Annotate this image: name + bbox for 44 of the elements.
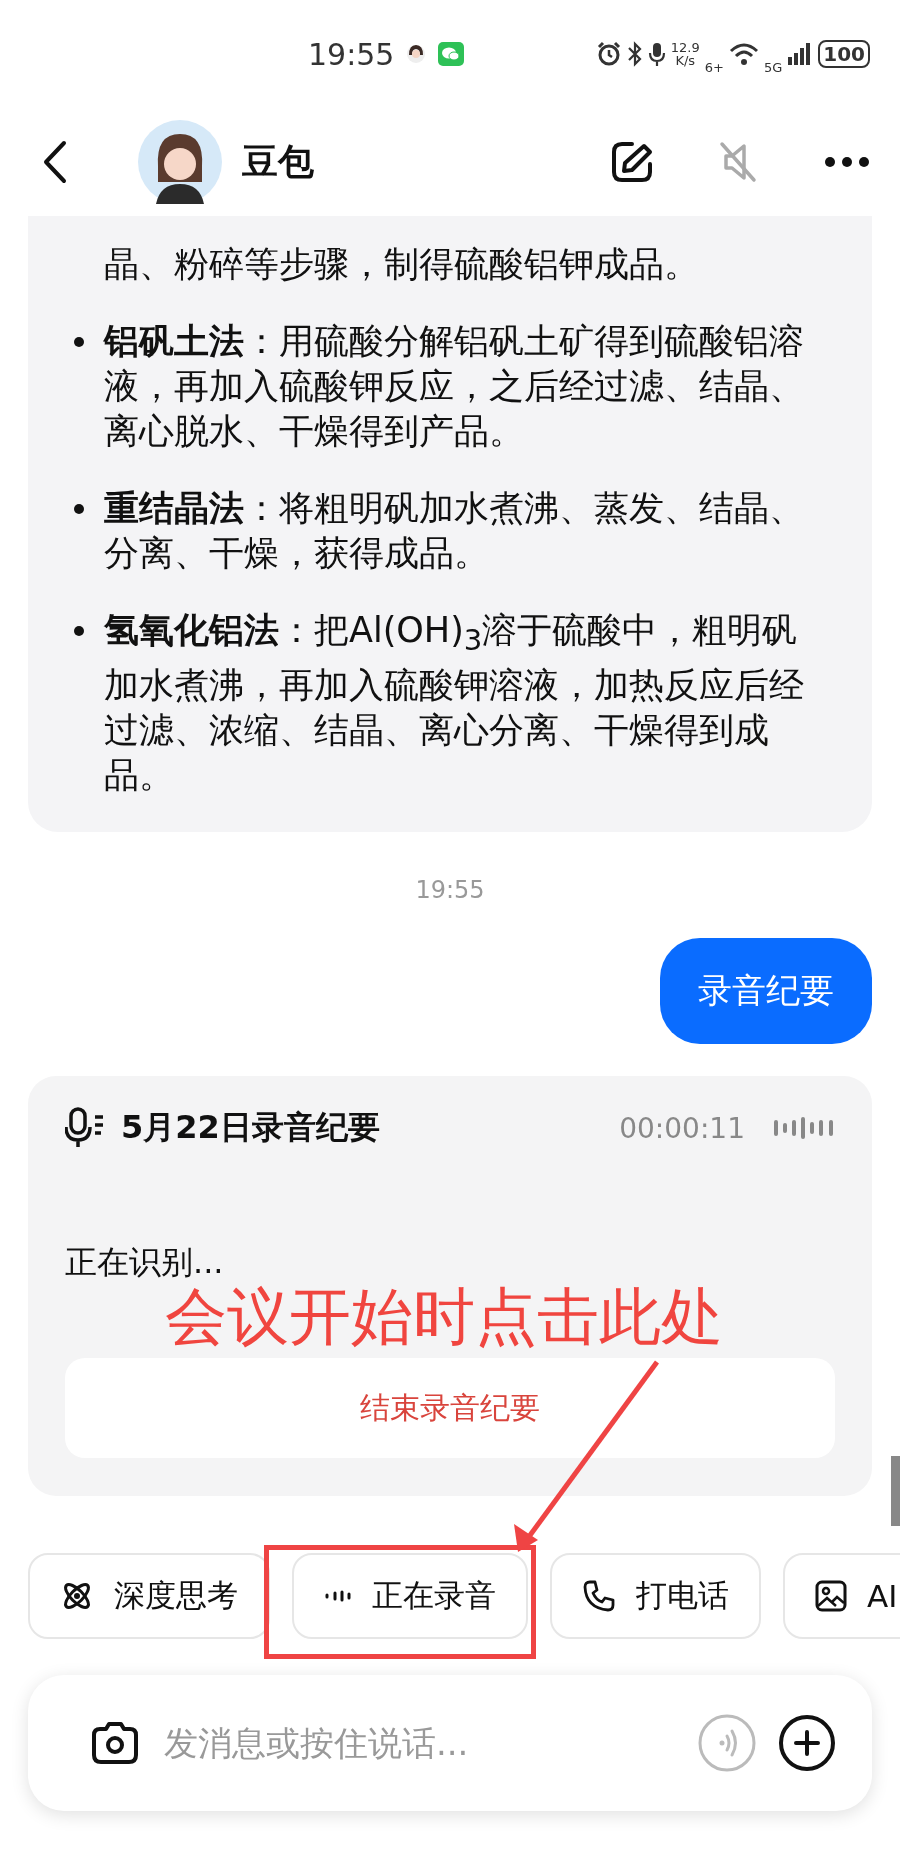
chat-app-icon	[438, 42, 465, 66]
recording-title: 5月22日录音纪要	[121, 1107, 380, 1148]
message-input[interactable]: 发消息或按住说话...	[162, 1722, 676, 1764]
bullet-icon	[74, 504, 84, 514]
end-recording-button[interactable]: 结束录音纪要	[65, 1358, 835, 1458]
feature-chip[interactable]: 正在录音	[292, 1553, 528, 1639]
recording-duration: 00:00:11	[619, 1111, 745, 1145]
bluetooth-icon	[626, 41, 643, 67]
edit-icon[interactable]	[610, 140, 654, 184]
alarm-icon	[595, 41, 622, 67]
feature-chip[interactable]: 深度思考	[28, 1553, 270, 1639]
bullet-icon	[74, 626, 84, 636]
back-icon[interactable]	[42, 140, 68, 184]
add-icon[interactable]	[778, 1714, 836, 1772]
avatar-icon	[406, 43, 427, 65]
wifi-icon	[728, 42, 759, 66]
message-paragraph: 氢氧化铝法：把Al(OH)$_{3}$溶于硫酸中，粗明矾加水煮沸，再加入硫酸钾溶液，加热反应后经过滤、浓缩、结晶、离心分离、干燥得到成品。	[104, 610, 804, 795]
camera-icon[interactable]	[90, 1721, 140, 1765]
avatar[interactable]	[138, 120, 222, 204]
scrollbar	[891, 1456, 900, 1526]
chat-title: 豆包	[242, 139, 314, 184]
phone-icon	[582, 1579, 616, 1613]
network-speed: 12.9	[670, 41, 700, 54]
user-message-bubble: 录音纪要	[660, 938, 872, 1044]
battery-indicator: 100	[818, 40, 870, 68]
speed-unit: K/s	[675, 54, 696, 67]
timestamp: 19:55	[415, 876, 485, 904]
message-paragraph: 铝矾土法：用硫酸分解铝矾土矿得到硫酸铝溶液，再加入硫酸钾反应，之后经过滤、结晶、离心脱水、干燥得到产品。	[104, 321, 804, 451]
feature-chip[interactable]: 打电话	[550, 1553, 761, 1639]
more-icon[interactable]	[824, 156, 870, 168]
waveform-icon	[773, 1117, 835, 1139]
annotation-text: 会议开始时点击此处	[165, 1282, 723, 1352]
clock-time: 19:55	[308, 36, 395, 72]
wifi-generation-label: 6+	[704, 59, 724, 75]
microphone-icon	[647, 41, 666, 67]
network-type: 5G	[763, 59, 783, 75]
sound-bars-icon	[324, 1588, 352, 1604]
image-icon	[815, 1580, 847, 1612]
feature-chip[interactable]: AI	[783, 1553, 900, 1639]
microphone-icon	[65, 1107, 105, 1149]
recognition-status: 正在识别...	[65, 1242, 225, 1282]
bullet-icon	[74, 337, 84, 347]
message-paragraph: 晶、粉碎等步骤，制得硫酸铝钾成品。	[104, 244, 699, 284]
message-paragraph: 重结晶法：将粗明矾加水煮沸、蒸发、结晶、分离、干燥，获得成品。	[104, 488, 804, 573]
